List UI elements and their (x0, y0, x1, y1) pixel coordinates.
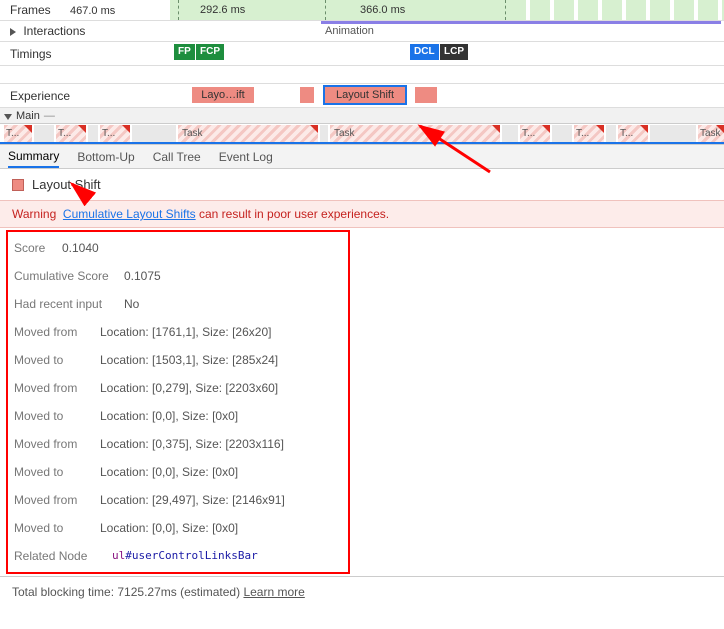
detail-value: Location: [0,0], Size: [0x0] (100, 409, 238, 423)
related-node-value[interactable]: ul#userControlLinksBar (112, 549, 258, 563)
timings-track[interactable]: FP FCP DCL LCP (170, 42, 724, 65)
detail-row-related-node: Related Node ul#userControlLinksBar (12, 542, 344, 570)
summary-title: Layout Shift (32, 177, 101, 192)
interaction-label: Animation (325, 25, 374, 37)
detail-value: Location: [1761,1], Size: [26x20] (100, 325, 271, 339)
row-label-timings: Timings (0, 47, 170, 61)
detail-value: 0.1040 (62, 241, 99, 255)
main-dash: — (44, 110, 55, 122)
detail-label: Cumulative Score (14, 269, 114, 283)
tasks-track[interactable]: T... T... T... Task Task T... T... T... … (0, 124, 724, 144)
warning-label: Warning (12, 207, 56, 221)
row-main-header[interactable]: Main — (0, 108, 724, 124)
detail-row: Moved to Location: [0,0], Size: [0x0] (12, 458, 344, 486)
task-block[interactable]: Task (698, 125, 724, 142)
task-block[interactable]: Task (330, 125, 500, 142)
task-block[interactable]: T... (4, 125, 32, 142)
detail-row: Cumulative Score 0.1075 (12, 262, 344, 290)
task-block[interactable]: T... (100, 125, 130, 142)
detail-row: Score 0.1040 (12, 234, 344, 262)
badge-lcp[interactable]: LCP (440, 44, 468, 60)
row-label-experience: Experience (0, 89, 170, 103)
detail-row: Had recent input No (12, 290, 344, 318)
detail-value: Location: [0,279], Size: [2203x60] (100, 381, 278, 395)
learn-more-link[interactable]: Learn more (243, 585, 304, 599)
detail-label: Moved to (14, 409, 90, 423)
detail-row: Moved to Location: [0,0], Size: [0x0] (12, 402, 344, 430)
summary-header: Layout Shift (0, 169, 724, 200)
warning-rest: can result in poor user experiences. (196, 207, 389, 221)
detail-label: Score (14, 241, 52, 255)
detail-row: Moved to Location: [1503,1], Size: [285x2… (12, 346, 344, 374)
tab-call-tree[interactable]: Call Tree (153, 145, 201, 168)
interaction-bar[interactable] (321, 21, 721, 24)
collapse-icon[interactable] (4, 114, 12, 120)
tab-bottom-up[interactable]: Bottom-Up (77, 145, 134, 168)
detail-label: Moved from (14, 381, 90, 395)
detail-row: Moved from Location: [0,375], Size: [2203… (12, 430, 344, 458)
main-label: Main (16, 110, 40, 122)
detail-label: Moved from (14, 325, 90, 339)
timeline-panel: Frames 467.0 ms 292.6 ms 366.0 ms 328.4 … (0, 0, 724, 145)
warning-link[interactable]: Cumulative Layout Shifts (63, 207, 196, 221)
detail-row: Moved from Location: [29,497], Size: [214… (12, 486, 344, 514)
tab-summary[interactable]: Summary (8, 145, 59, 168)
exp-block-small2[interactable] (415, 87, 437, 103)
detail-label: Moved to (14, 521, 90, 535)
badge-fp[interactable]: FP (174, 44, 195, 60)
footer: Total blocking time: 7125.27ms (estimate… (0, 576, 724, 607)
row-interactions: Interactions Animation (0, 21, 724, 42)
color-swatch (12, 179, 24, 191)
frames-track[interactable]: 292.6 ms 366.0 ms 328.4 (170, 0, 724, 20)
task-block[interactable]: T... (618, 125, 648, 142)
label-text: Frames (10, 3, 51, 17)
warning-bar: Warning Cumulative Layout Shifts can res… (0, 200, 724, 228)
row-experience: Experience Layo…ift Layout Shift (0, 84, 724, 108)
detail-value: Location: [0,375], Size: [2203x116] (100, 437, 284, 451)
detail-value: Location: [29,497], Size: [2146x91] (100, 493, 285, 507)
detail-value: No (124, 297, 139, 311)
exp-layout-shift-selected[interactable]: Layout Shift (325, 87, 405, 103)
detail-label: Related Node (14, 549, 102, 563)
experience-track[interactable]: Layo…ift Layout Shift (170, 84, 724, 107)
detail-value: Location: [0,0], Size: [0x0] (100, 521, 238, 535)
badge-fcp[interactable]: FCP (196, 44, 224, 60)
detail-row: Moved from Location: [0,279], Size: [2203… (12, 374, 344, 402)
tab-event-log[interactable]: Event Log (219, 145, 273, 168)
exp-block-small[interactable] (300, 87, 314, 103)
exp-layo-ift[interactable]: Layo…ift (192, 87, 254, 103)
task-block[interactable]: T... (56, 125, 86, 142)
detail-row: Moved to Location: [0,0], Size: [0x0] (12, 514, 344, 542)
detail-label: Moved from (14, 437, 90, 451)
frame-time-2: 366.0 ms (360, 4, 405, 16)
expand-icon[interactable] (10, 28, 16, 36)
detail-label: Had recent input (14, 297, 114, 311)
task-block[interactable]: T... (520, 125, 550, 142)
detail-label: Moved to (14, 353, 90, 367)
details-box: Score 0.1040 Cumulative Score 0.1075 Had r… (6, 230, 350, 574)
task-block[interactable]: Task (178, 125, 318, 142)
task-block[interactable]: T... (574, 125, 604, 142)
row-label-interactions: Interactions (0, 24, 170, 38)
row-label-frames: Frames 467.0 ms (0, 3, 170, 17)
frame-time-0: 467.0 ms (70, 5, 115, 17)
detail-value: 0.1075 (124, 269, 161, 283)
row-timings: Timings FP FCP DCL LCP (0, 42, 724, 66)
row-spacer (0, 66, 724, 84)
footer-text: Total blocking time: 7125.27ms (estimate… (12, 585, 243, 599)
detail-row: Moved from Location: [1761,1], Size: [26x… (12, 318, 344, 346)
details-tabs: Summary Bottom-Up Call Tree Event Log (0, 145, 724, 169)
label-text: Interactions (23, 24, 85, 38)
interactions-track[interactable]: Animation (170, 21, 724, 41)
detail-value: Location: [0,0], Size: [0x0] (100, 465, 238, 479)
badge-dcl[interactable]: DCL (410, 44, 439, 60)
task-gap (34, 125, 54, 142)
detail-label: Moved to (14, 465, 90, 479)
detail-value: Location: [1503,1], Size: [285x24] (100, 353, 278, 367)
frame-time-1: 292.6 ms (200, 4, 245, 16)
row-frames: Frames 467.0 ms 292.6 ms 366.0 ms 328.4 (0, 0, 724, 21)
detail-label: Moved from (14, 493, 90, 507)
